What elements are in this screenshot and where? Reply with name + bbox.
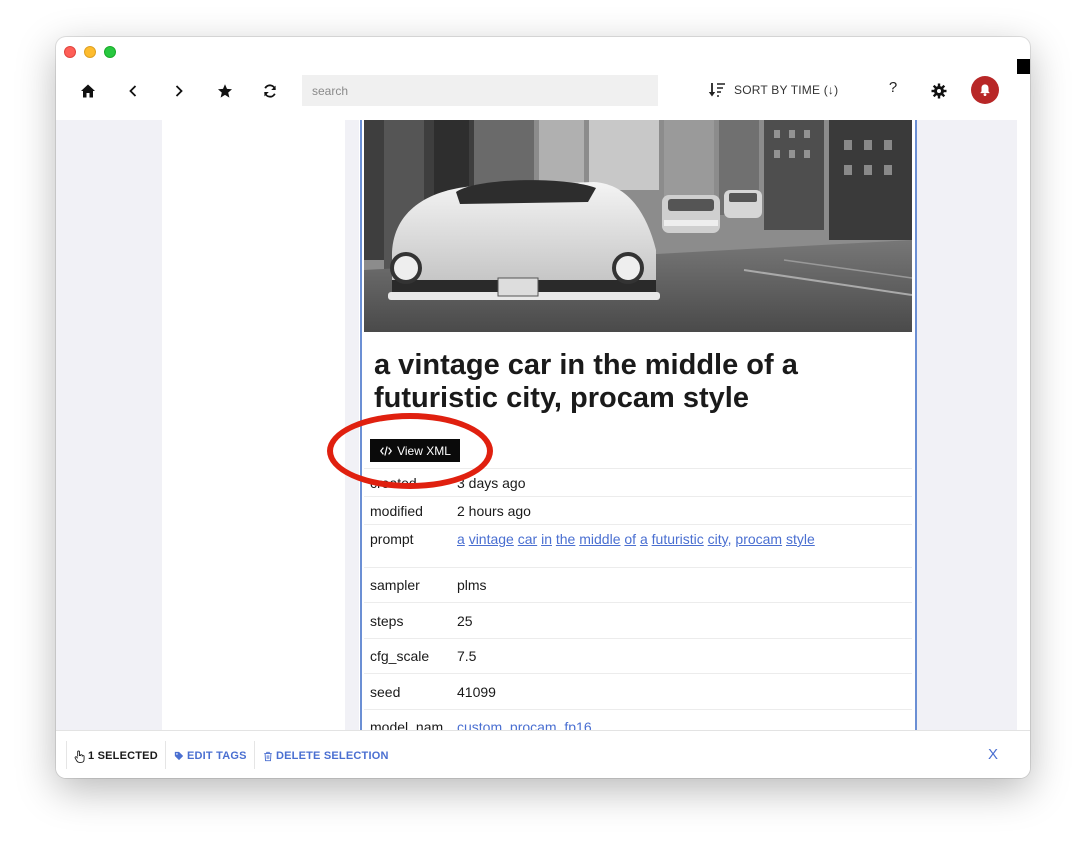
metadata-key: steps (370, 612, 404, 629)
prompt-word-link[interactable]: the (556, 531, 575, 547)
delete-selection-button[interactable]: DELETE SELECTION (263, 749, 389, 763)
prompt-word-link[interactable]: a (640, 531, 648, 547)
close-selection-button[interactable]: X (988, 746, 998, 763)
prompt-word-link[interactable]: city, (708, 531, 732, 547)
selected-count[interactable]: 1 SELECTED (74, 749, 158, 763)
sort-button[interactable]: SORT BY TIME (↓) (708, 80, 838, 100)
metadata-row-model-name: model_nam custom_procam_fp16 (364, 709, 912, 730)
metadata-key: seed (370, 683, 401, 700)
divider (165, 741, 166, 769)
metadata-key: modified (370, 502, 423, 519)
search-input[interactable] (302, 75, 658, 106)
trash-icon (264, 751, 272, 761)
metadata-table: created 3 days ago modified 2 hours ago … (364, 468, 912, 730)
metadata-value: 3 days ago (457, 474, 526, 491)
forward-button[interactable] (165, 77, 193, 105)
tag-icon (174, 751, 184, 761)
delete-selection-label: DELETE SELECTION (276, 750, 389, 762)
home-button[interactable] (74, 77, 102, 105)
car-photo-illustration (364, 120, 912, 332)
metadata-row-seed: seed 41099 (364, 673, 912, 709)
metadata-row-steps: steps 25 (364, 602, 912, 638)
edit-tags-label: EDIT TAGS (187, 750, 247, 762)
chevron-right-icon (175, 85, 183, 97)
settings-button[interactable] (925, 77, 953, 105)
metadata-value: 25 (457, 612, 473, 629)
metadata-value: plms (457, 577, 487, 593)
item-image[interactable] (364, 120, 912, 332)
screen-artifact (1017, 59, 1030, 74)
item-title: a vintage car in the middle of a futuris… (374, 349, 798, 414)
metadata-value: 7.5 (457, 648, 477, 664)
metadata-row-prompt: prompt a vintage car in the middle of a … (364, 524, 912, 567)
home-icon (81, 84, 95, 98)
edit-tags-button[interactable]: EDIT TAGS (174, 749, 247, 763)
minimize-window-button[interactable] (84, 46, 96, 58)
model-link[interactable]: custom_procam_fp16 (457, 719, 592, 730)
prompt-word-link[interactable]: of (624, 531, 636, 547)
help-button[interactable]: ? (885, 79, 901, 101)
item-detail-card: a vintage car in the middle of a futuris… (360, 120, 917, 730)
metadata-key: sampler (370, 577, 420, 593)
sort-descending-icon (708, 83, 725, 97)
favorites-button[interactable] (211, 77, 239, 105)
sort-label: SORT BY TIME (↓) (734, 83, 839, 97)
view-xml-button[interactable]: View XML (370, 439, 460, 462)
code-icon (380, 445, 393, 456)
column-gutter (345, 120, 359, 730)
metadata-row-created: created 3 days ago (364, 468, 912, 496)
metadata-value: 41099 (457, 683, 496, 700)
divider (254, 741, 255, 769)
refresh-button[interactable] (256, 77, 284, 105)
metadata-row-cfg-scale: cfg_scale 7.5 (364, 638, 912, 673)
metadata-row-sampler: sampler plms (364, 567, 912, 602)
right-gutter (915, 120, 1017, 730)
metadata-row-modified: modified 2 hours ago (364, 496, 912, 524)
pointer-hand-icon (74, 750, 85, 763)
star-icon (218, 84, 232, 98)
main-content: a vintage car in the middle of a futuris… (56, 120, 1030, 730)
view-xml-label: View XML (397, 443, 451, 458)
notifications-button[interactable] (971, 76, 999, 104)
left-gutter (56, 120, 162, 730)
prompt-word-link[interactable]: vintage (469, 531, 514, 547)
metadata-key: created (370, 474, 417, 491)
metadata-key: prompt (370, 531, 414, 547)
prompt-word-link[interactable]: a (457, 531, 465, 547)
metadata-key: model_nam (370, 719, 444, 730)
chevron-left-icon (129, 85, 137, 97)
gear-icon (931, 83, 947, 99)
close-window-button[interactable] (64, 46, 76, 58)
back-button[interactable] (119, 77, 147, 105)
selected-count-label: 1 SELECTED (88, 750, 158, 762)
zoom-window-button[interactable] (104, 46, 116, 58)
toolbar: SORT BY TIME (↓) ? (56, 67, 1030, 120)
bell-icon (980, 84, 990, 97)
divider (66, 741, 67, 769)
prompt-word-link[interactable]: car (518, 531, 537, 547)
selection-bar: 1 SELECTED EDIT TAGS DELETE SELECTION X (56, 730, 1030, 778)
prompt-word-link[interactable]: procam (735, 531, 782, 547)
prompt-tag-links: a vintage car in the middle of a futuris… (457, 531, 912, 547)
prompt-word-link[interactable]: style (786, 531, 815, 547)
metadata-key: cfg_scale (370, 648, 430, 664)
prompt-word-link[interactable]: futuristic (652, 531, 704, 547)
prompt-word-link[interactable]: middle (579, 531, 620, 547)
metadata-value: 2 hours ago (457, 502, 531, 519)
app-window: SORT BY TIME (↓) ? (56, 37, 1030, 778)
refresh-icon (264, 84, 276, 98)
prompt-word-link[interactable]: in (541, 531, 552, 547)
